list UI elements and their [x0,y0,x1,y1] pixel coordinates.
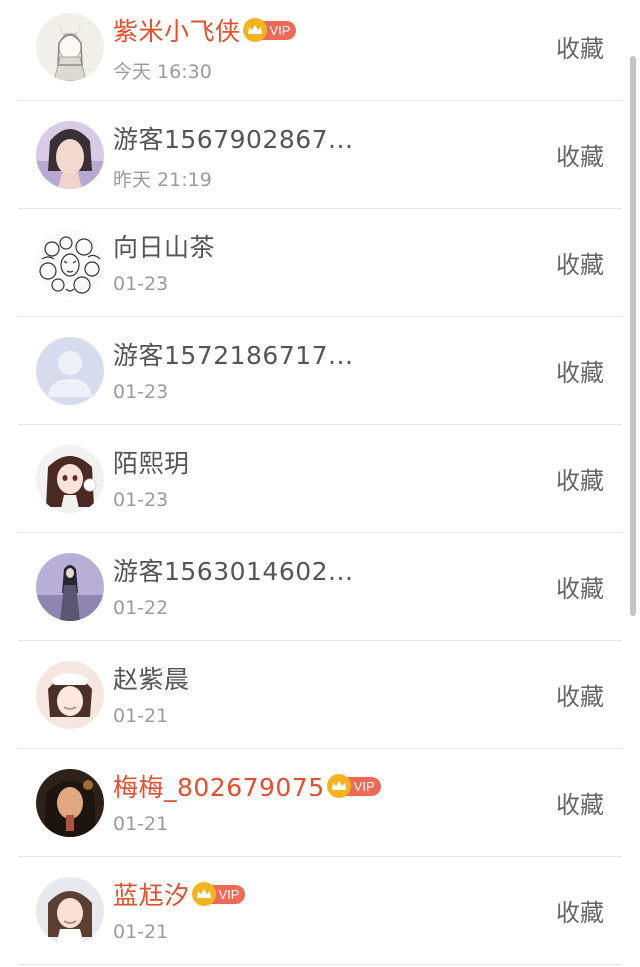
timestamp: 昨天 21:19 [113,169,212,191]
favorite-button[interactable]: 收藏 [556,353,604,388]
avatar[interactable] [36,13,104,81]
crown-icon [326,774,351,798]
list-item[interactable]: 赵紫晨 01-21 收藏 [18,641,622,749]
user-name: 紫米小飞侠 [113,17,241,46]
name-line: 梅梅_802679075 VIP [113,768,381,804]
timestamp: 01-21 [113,921,169,943]
favorite-button[interactable]: 收藏 [556,461,604,496]
timestamp: 01-23 [113,489,169,511]
user-name: 游客1563014602... [113,557,354,586]
avatar[interactable] [36,121,104,189]
list-item[interactable]: 陌熙玥 01-23 收藏 [18,425,622,533]
list-item[interactable]: 蓝尪汐 VIP 01-21 收藏 [18,857,622,965]
name-line: 赵紫晨 [113,660,190,696]
timestamp: 01-22 [113,597,169,619]
avatar[interactable] [36,445,104,513]
user-name: 梅梅_802679075 [113,773,325,802]
name-line: 紫米小飞侠 VIP [113,12,297,48]
user-name: 蓝尪汐 [113,881,190,910]
name-line: 游客1572186717... [113,336,353,372]
list-item[interactable]: 向日山茶 01-23 收藏 [18,209,622,317]
crown-icon [242,18,267,42]
user-name: 游客1567902867... [113,125,354,154]
avatar[interactable] [36,229,104,297]
timestamp: 01-23 [113,381,169,403]
crown-icon [191,882,216,906]
avatar[interactable] [36,553,104,621]
user-name: 赵紫晨 [113,665,190,694]
favorite-button[interactable]: 收藏 [556,893,604,928]
favorite-button[interactable]: 收藏 [556,569,604,604]
list-item[interactable]: 梅梅_802679075 VIP 01-21 收藏 [18,749,622,857]
favorites-list: 紫米小飞侠 VIP 今天 16:30 收藏 游客1567902867... 昨天… [0,0,640,967]
timestamp: 01-21 [113,705,169,727]
list-item[interactable]: 游客1567902867... 昨天 21:19 收藏 [18,101,622,209]
list-item[interactable]: 游客1572186717... 01-23 收藏 [18,317,622,425]
avatar[interactable] [36,337,104,405]
avatar[interactable] [36,661,104,729]
vip-badge: VIP [242,18,297,42]
favorite-button[interactable]: 收藏 [556,677,604,712]
user-name: 陌熙玥 [113,449,190,478]
vip-badge: VIP [191,882,246,906]
timestamp: 01-21 [113,813,169,835]
vip-badge: VIP [326,774,381,798]
name-line: 陌熙玥 [113,444,190,480]
scrollbar[interactable] [630,56,636,616]
name-line: 向日山茶 [113,228,215,264]
favorite-button[interactable]: 收藏 [556,29,604,64]
name-line: 游客1567902867... [113,120,353,156]
name-line: 游客1563014602... [113,552,353,588]
list-item[interactable]: 紫米小飞侠 VIP 今天 16:30 收藏 [18,0,622,101]
user-name: 游客1572186717... [113,341,354,370]
favorite-button[interactable]: 收藏 [556,785,604,820]
favorite-button[interactable]: 收藏 [556,245,604,280]
timestamp: 今天 16:30 [113,61,212,83]
user-name: 向日山茶 [113,233,216,262]
timestamp: 01-23 [113,273,169,295]
list-item[interactable]: 游客1563014602... 01-22 收藏 [18,533,622,641]
avatar[interactable] [36,769,104,837]
favorite-button[interactable]: 收藏 [556,137,604,172]
name-line: 蓝尪汐 VIP [113,876,246,912]
avatar[interactable] [36,877,104,945]
